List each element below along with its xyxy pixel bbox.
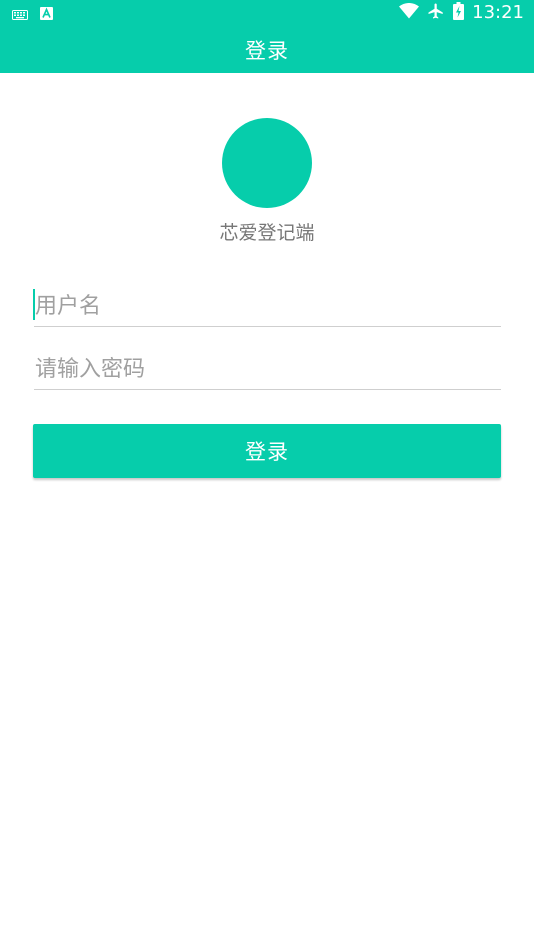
password-input[interactable] bbox=[34, 350, 502, 389]
battery-icon bbox=[453, 2, 465, 24]
page-title: 登录 bbox=[245, 38, 289, 63]
login-screen: 13:21 登录 芯爱登记端 登录 bbox=[0, 0, 534, 950]
keyboard-icon bbox=[12, 5, 28, 24]
username-input[interactable] bbox=[34, 286, 502, 326]
app-logo bbox=[222, 118, 312, 208]
status-clock: 13:21 bbox=[472, 2, 524, 23]
airplane-icon bbox=[427, 2, 445, 24]
status-left-icons bbox=[12, 5, 53, 24]
login-button[interactable]: 登录 bbox=[33, 424, 501, 478]
app-name: 芯爱登记端 bbox=[219, 222, 315, 244]
wifi-icon bbox=[399, 2, 420, 23]
status-right-icons: 13:21 bbox=[399, 2, 524, 24]
toolbar: 登录 bbox=[0, 26, 534, 73]
password-field[interactable] bbox=[34, 350, 502, 390]
username-field[interactable] bbox=[33, 286, 502, 327]
a-letter-icon bbox=[40, 5, 53, 24]
status-bar: 13:21 bbox=[0, 0, 534, 26]
